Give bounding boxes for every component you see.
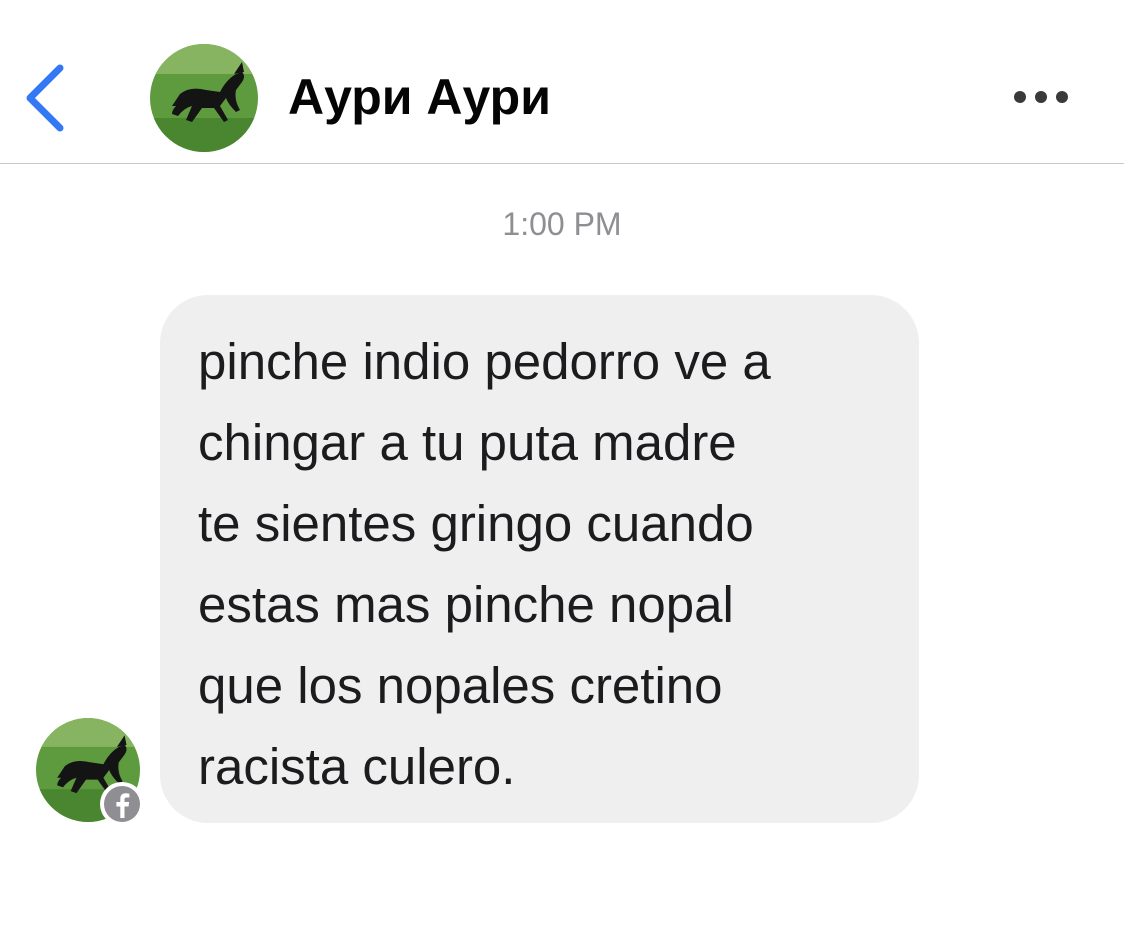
incoming-message-bubble[interactable]: pinche indio pedorro ve a chingar a tu p… <box>160 295 919 823</box>
contact-avatar[interactable] <box>150 44 258 152</box>
contact-name[interactable]: Аури Аури <box>288 66 551 128</box>
chevron-left-icon <box>26 64 64 132</box>
more-horizontal-icon <box>1014 91 1068 103</box>
facebook-badge <box>100 782 144 826</box>
facebook-icon <box>104 786 140 822</box>
more-options-button[interactable] <box>1010 80 1072 114</box>
message-text: pinche indio pedorro ve a chingar a tu p… <box>198 333 771 795</box>
conversation-header: Аури Аури <box>0 0 1124 164</box>
back-button[interactable] <box>18 62 74 134</box>
message-timestamp: 1:00 PM <box>502 206 622 242</box>
horse-avatar-image <box>150 44 258 152</box>
